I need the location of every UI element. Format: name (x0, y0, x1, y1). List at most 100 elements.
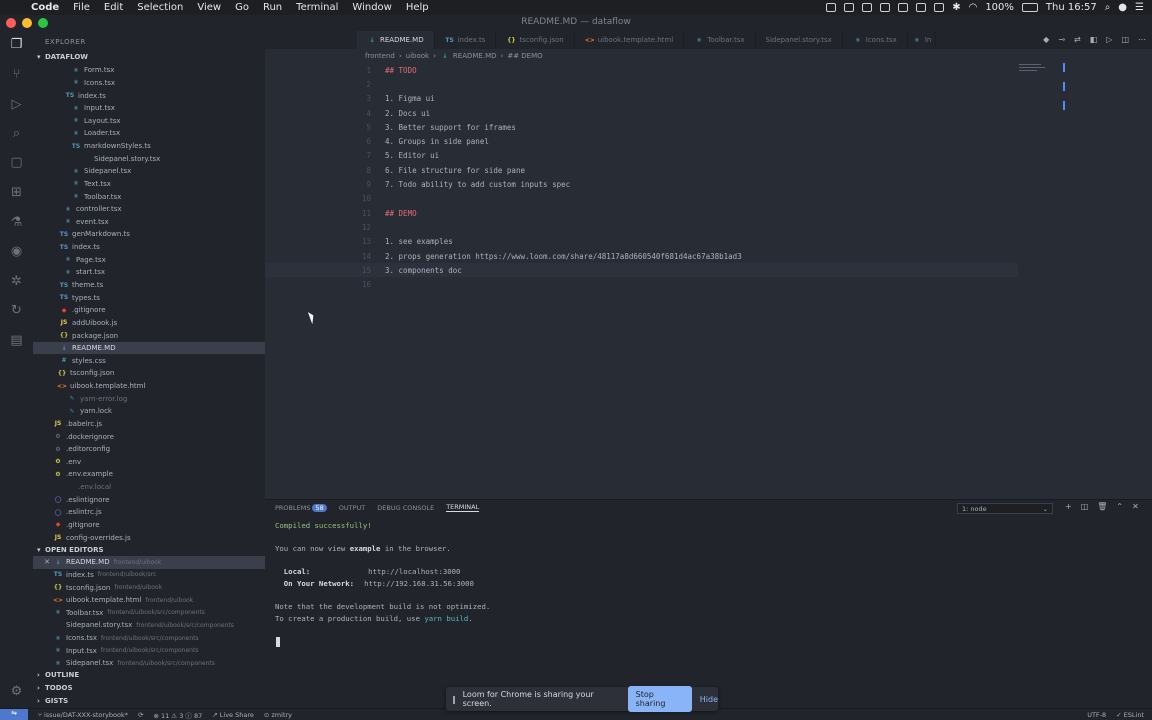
kill-terminal-icon[interactable]: 🗑 (1097, 502, 1107, 511)
tab-problems[interactable]: PROBLEMS 58 (275, 503, 327, 512)
file-tree-item[interactable]: ⚛ event.tsx (33, 216, 265, 229)
file-tree-item[interactable]: {} tsconfig.json (33, 367, 265, 380)
file-tree-item[interactable]: ⚙ .env.example (33, 468, 265, 481)
terminal-network-url[interactable]: http://192.168.31.56:3000 (364, 579, 474, 588)
sync-icon[interactable]: ⟳ (138, 711, 143, 719)
terminal-select[interactable]: 1: node ⌄ (957, 503, 1053, 514)
git-branch[interactable]: ⑂ issue/DAT-XXX-storybook* (38, 711, 128, 719)
code-line[interactable]: 8 6. File structure for side pane (265, 163, 1025, 177)
code-line[interactable]: 7 5. Editor ui (265, 149, 1025, 163)
keyboard-icon[interactable] (934, 3, 945, 12)
bluetooth-icon[interactable]: ✱ (952, 2, 960, 13)
open-editor-item[interactable]: ⚛ Input.tsx frontend/uibook/src/components (33, 644, 265, 657)
new-terminal-icon[interactable]: + (1065, 502, 1072, 511)
open-editor-item[interactable]: <> uibook.template.html frontend/uibook (33, 594, 265, 607)
code-line[interactable]: 2 (265, 77, 1025, 91)
code-line[interactable]: 10 (265, 192, 1025, 206)
terminal-local-url[interactable]: http://localhost:3000 (368, 567, 460, 576)
eslint-status[interactable]: ✓ ESLint (1116, 711, 1144, 719)
user-avatar-icon[interactable]: ● (1118, 2, 1127, 13)
code-editor[interactable]: 1 ## TODO 2 3 1. Figma ui 4 2. Docs ui 5 3. Bett… (265, 63, 1152, 499)
spotlight-icon[interactable]: ⌕ (1105, 2, 1111, 13)
gists-section-header[interactable]: › GISTS (33, 695, 265, 707)
file-tree-item[interactable]: ⚛ Layout.tsx (33, 115, 265, 128)
split-editor-icon[interactable]: ◫ (1121, 35, 1129, 44)
menu-view[interactable]: View (190, 2, 228, 13)
menu-edit[interactable]: Edit (97, 2, 130, 13)
record-icon[interactable] (826, 3, 837, 12)
file-tree-item[interactable]: Sidepanel.story.tsx (33, 152, 265, 165)
open-editor-item[interactable]: ⚛ Toolbar.tsx frontend/uibook/src/componen… (33, 607, 265, 620)
file-tree-item[interactable]: TS theme.ts (33, 279, 265, 292)
file-tree-item[interactable]: ⚛ start.tsx (33, 266, 265, 279)
file-tree-item[interactable]: TS markdownStyles.ts (33, 140, 265, 153)
open-editors-section-header[interactable]: ▾ OPEN EDITORS (33, 544, 265, 556)
notes-icon[interactable]: ▤ (9, 333, 24, 348)
code-line[interactable]: 16 (265, 278, 1025, 292)
dropbox-icon[interactable] (844, 3, 855, 12)
tab-index-ts[interactable]: TS index.ts (435, 31, 497, 49)
file-tree-item[interactable]: ✎ yarn.lock (33, 405, 265, 418)
run-icon[interactable]: ▷ (1106, 35, 1112, 44)
extensions-icon[interactable]: ⊞ (9, 185, 24, 200)
file-tree-item[interactable]: ⚛ Form.tsx (33, 64, 265, 77)
minimap[interactable] (1019, 63, 1049, 75)
code-line[interactable]: 4 2. Docs ui (265, 106, 1025, 120)
workspace-section-header[interactable]: ▾ DATAFLOW (33, 51, 265, 63)
file-tree-item[interactable]: ⚛ Text.tsx (33, 178, 265, 191)
code-line[interactable]: 14 2. props generation https://www.loom.c… (265, 249, 1025, 263)
file-tree-item[interactable]: ⚛ Icons.tsx (33, 77, 265, 90)
file-tree-item[interactable]: ⚛ Toolbar.tsx (33, 190, 265, 203)
breadcrumb-item[interactable]: ## DEMO (507, 52, 542, 60)
file-tree-item[interactable]: ⚛ Page.tsx (33, 253, 265, 266)
hide-button[interactable]: Hide (700, 695, 718, 704)
maximize-panel-icon[interactable]: ⌃ (1116, 502, 1123, 511)
menu-selection[interactable]: Selection (130, 2, 190, 13)
live-share-icon[interactable]: ↻ (9, 303, 24, 318)
file-tree-item[interactable]: ◯ .eslintignore (33, 493, 265, 506)
file-tree-item[interactable]: JS config-overrides.js (33, 531, 265, 544)
preview-icon[interactable]: ◧ (1090, 35, 1098, 44)
clock[interactable]: Thu 16:57 (1046, 2, 1097, 13)
gitlens-icon[interactable]: ◉ (9, 244, 24, 259)
menu-terminal[interactable]: Terminal (289, 2, 345, 13)
file-tree-item[interactable]: ⚙ .editorconfig (33, 443, 265, 456)
user-status[interactable]: ⊙ zmitry (264, 711, 292, 719)
cloud-icon[interactable] (880, 3, 891, 12)
problems-status[interactable]: ⊗ 11 ⚠ 3 ⓘ 87 (153, 710, 202, 720)
open-editor-item[interactable]: ✕ ↓ README.MD frontend/uibook (33, 556, 265, 569)
clipboard-icon[interactable] (898, 3, 909, 12)
tab-debug-console[interactable]: DEBUG CONSOLE (377, 504, 434, 512)
run-debug-icon[interactable]: ▷ (9, 97, 24, 112)
remote-explorer-icon[interactable]: ▢ (9, 155, 24, 170)
close-panel-icon[interactable]: ✕ (1132, 502, 1139, 511)
breadcrumb-item[interactable]: frontend (365, 52, 395, 60)
open-editor-item[interactable]: TS index.ts frontend/uibook/src (33, 569, 265, 582)
stop-sharing-button[interactable]: Stop sharing (627, 686, 692, 712)
menu-file[interactable]: File (66, 2, 97, 13)
tab-output[interactable]: OUTPUT (339, 504, 366, 512)
code-line[interactable]: 9 7. Todo ability to add custom inputs sp… (265, 177, 1025, 191)
menu-app-name[interactable]: Code (24, 2, 66, 13)
docker-icon[interactable]: ✲ (9, 274, 24, 289)
open-editor-item[interactable]: ⚛ Icons.tsx frontend/uibook/src/components (33, 632, 265, 645)
file-tree-item[interactable]: ◯ .eslintrc.js (33, 506, 265, 519)
encoding-status[interactable]: UTF-8 (1087, 711, 1106, 719)
code-line[interactable]: 13 1. see examples (265, 235, 1025, 249)
menu-run[interactable]: Run (256, 2, 289, 13)
wifi-icon[interactable]: ◠ (969, 2, 978, 13)
todos-section-header[interactable]: › TODOS (33, 682, 265, 694)
file-tree-item[interactable]: # styles.css (33, 354, 265, 367)
tab-readme[interactable]: ↓ README.MD (357, 31, 435, 49)
file-tree-item[interactable]: ✎ yarn-error.log (33, 392, 265, 405)
battery-icon[interactable] (1021, 3, 1038, 12)
testing-icon[interactable]: ⚗ (9, 215, 24, 230)
open-editor-item[interactable]: Sidepanel.story.tsx frontend/uibook/src/c… (33, 619, 265, 632)
file-tree-item[interactable]: ⚛ Input.tsx (33, 102, 265, 115)
display-icon[interactable] (916, 3, 927, 12)
outline-section-header[interactable]: › OUTLINE (33, 669, 265, 681)
file-tree-item[interactable]: ⚛ Loader.tsx (33, 127, 265, 140)
file-tree-item[interactable]: ⚙ .env (33, 456, 265, 469)
open-changes-icon[interactable]: ⇄ (1074, 35, 1081, 44)
file-tree-item[interactable]: ↓ README.MD (33, 341, 265, 355)
